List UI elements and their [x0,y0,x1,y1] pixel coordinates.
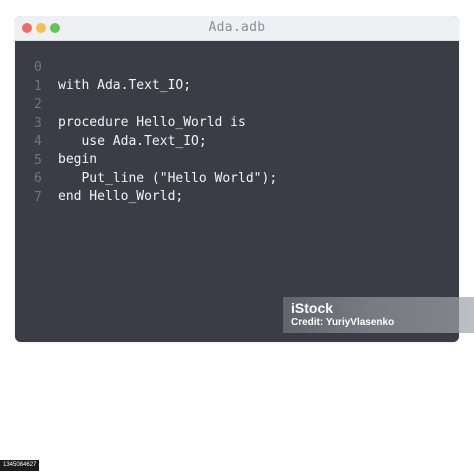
code-line: 7 [15,171,78,205]
code-line: 6 end Hello_World; [15,152,183,204]
istock-watermark: iStock Credit: YuriyVlasenko [283,297,474,333]
window-title-bar: Ada.adb [15,16,459,41]
line-code: with Ada.Text_IO; [58,78,192,93]
code-line: 0 with Ada.Text_IO; [15,41,191,93]
code-line: 5 Put_line ("Hello World"); [15,134,277,186]
line-number: 7 [34,189,42,205]
code-line: 4 begin [15,115,97,167]
watermark-credit: Credit: YuriyVlasenko [291,317,395,328]
code-editor-window: Ada.adb 0 with Ada.Text_IO; 1 2 procedur… [15,16,459,342]
code-line: 3 use Ada.Text_IO; [15,97,207,149]
code-line: 2 procedure Hello_World is [15,78,246,130]
stock-image-id: 1345084627 [0,460,40,471]
window-title: Ada.adb [208,20,266,35]
istock-logo: iStock [291,300,334,316]
image-stage: Ada.adb 0 with Ada.Text_IO; 1 2 procedur… [0,0,474,474]
line-code: procedure Hello_World is [58,115,246,130]
line-code: use Ada.Text_IO; [58,133,207,149]
line-code: Put_line ("Hello World"); [58,170,278,186]
code-line: 1 [15,60,78,94]
